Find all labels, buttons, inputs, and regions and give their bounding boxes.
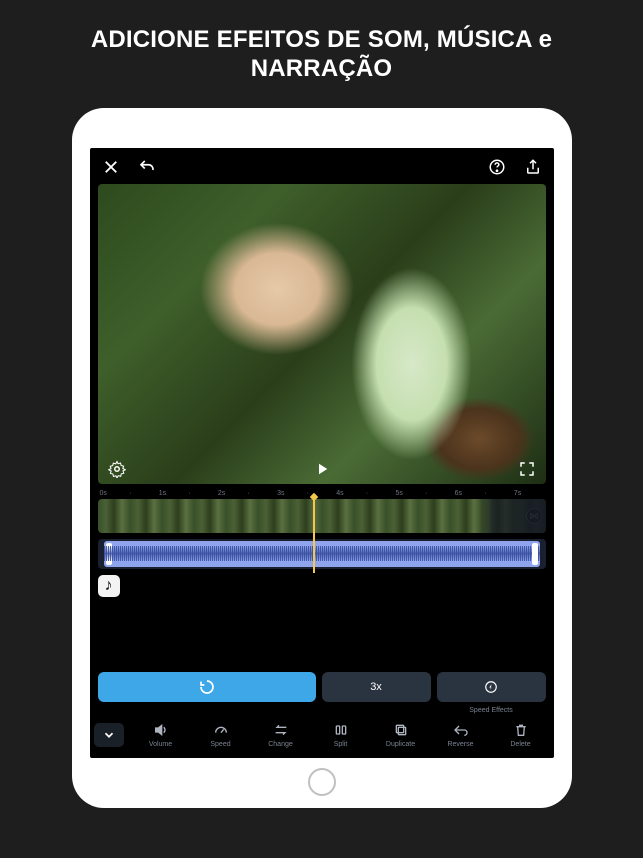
playhead[interactable] — [313, 497, 315, 573]
close-button[interactable] — [102, 158, 120, 176]
undo-button[interactable] — [138, 158, 156, 176]
tool-duplicate[interactable]: Duplicate — [372, 722, 430, 748]
tool-reverse-label: Reverse — [447, 741, 473, 748]
speed-effects-label: Speed Effects — [469, 707, 512, 714]
speed-effects-button[interactable]: Speed Effects — [437, 672, 546, 702]
share-button[interactable] — [524, 158, 542, 176]
collapse-toolbar-button[interactable] — [94, 723, 124, 747]
tool-speed-label: Speed — [210, 741, 230, 748]
tool-volume-label: Volume — [149, 741, 172, 748]
play-button[interactable] — [313, 460, 331, 478]
speed-3x-button[interactable]: 3x — [322, 672, 431, 702]
audio-clip[interactable] — [104, 541, 540, 567]
add-music-button[interactable]: ♪ — [98, 575, 120, 597]
help-button[interactable] — [488, 158, 506, 176]
headline-line1: ADICIONE EFEITOS DE SOM, MÚSICA e — [91, 26, 552, 55]
tool-duplicate-label: Duplicate — [386, 741, 415, 748]
tool-reverse[interactable]: Reverse — [432, 722, 490, 748]
tool-split-label: Split — [334, 741, 348, 748]
music-icon: ♪ — [105, 577, 113, 595]
tablet-frame: 0s · 1s · 2s · 3s · 4s · 5s · 6s · 7s — [72, 108, 572, 808]
audio-track[interactable] — [98, 539, 546, 569]
tablet-home-button — [308, 768, 336, 796]
settings-button[interactable] — [108, 460, 126, 478]
headline-line2: NARRAÇÃO — [91, 55, 552, 84]
promo-headline: ADICIONE EFEITOS DE SOM, MÚSICA e NARRAÇ… — [91, 26, 552, 84]
app-screen: 0s · 1s · 2s · 3s · 4s · 5s · 6s · 7s — [90, 148, 554, 758]
transition-badge[interactable] — [526, 508, 542, 524]
video-preview[interactable] — [98, 184, 546, 484]
speed-row: 3x Speed Effects — [98, 672, 546, 702]
fullscreen-button[interactable] — [518, 460, 536, 478]
speed-reset-button[interactable] — [98, 672, 316, 702]
waveform — [104, 546, 540, 562]
video-track[interactable] — [98, 499, 546, 533]
tool-volume[interactable]: Volume — [132, 722, 190, 748]
tool-change[interactable]: Change — [252, 722, 310, 748]
preview-controls — [98, 460, 546, 478]
tool-split[interactable]: Split — [312, 722, 370, 748]
top-bar — [90, 148, 554, 180]
tool-speed[interactable]: Speed — [192, 722, 250, 748]
time-ruler: 0s · 1s · 2s · 3s · 4s · 5s · 6s · 7s — [90, 484, 554, 499]
speed-3x-label: 3x — [370, 681, 382, 693]
music-row: ♪ — [98, 575, 546, 597]
tool-delete-label: Delete — [510, 741, 530, 748]
tool-delete[interactable]: Delete — [492, 722, 550, 748]
tool-change-label: Change — [268, 741, 293, 748]
